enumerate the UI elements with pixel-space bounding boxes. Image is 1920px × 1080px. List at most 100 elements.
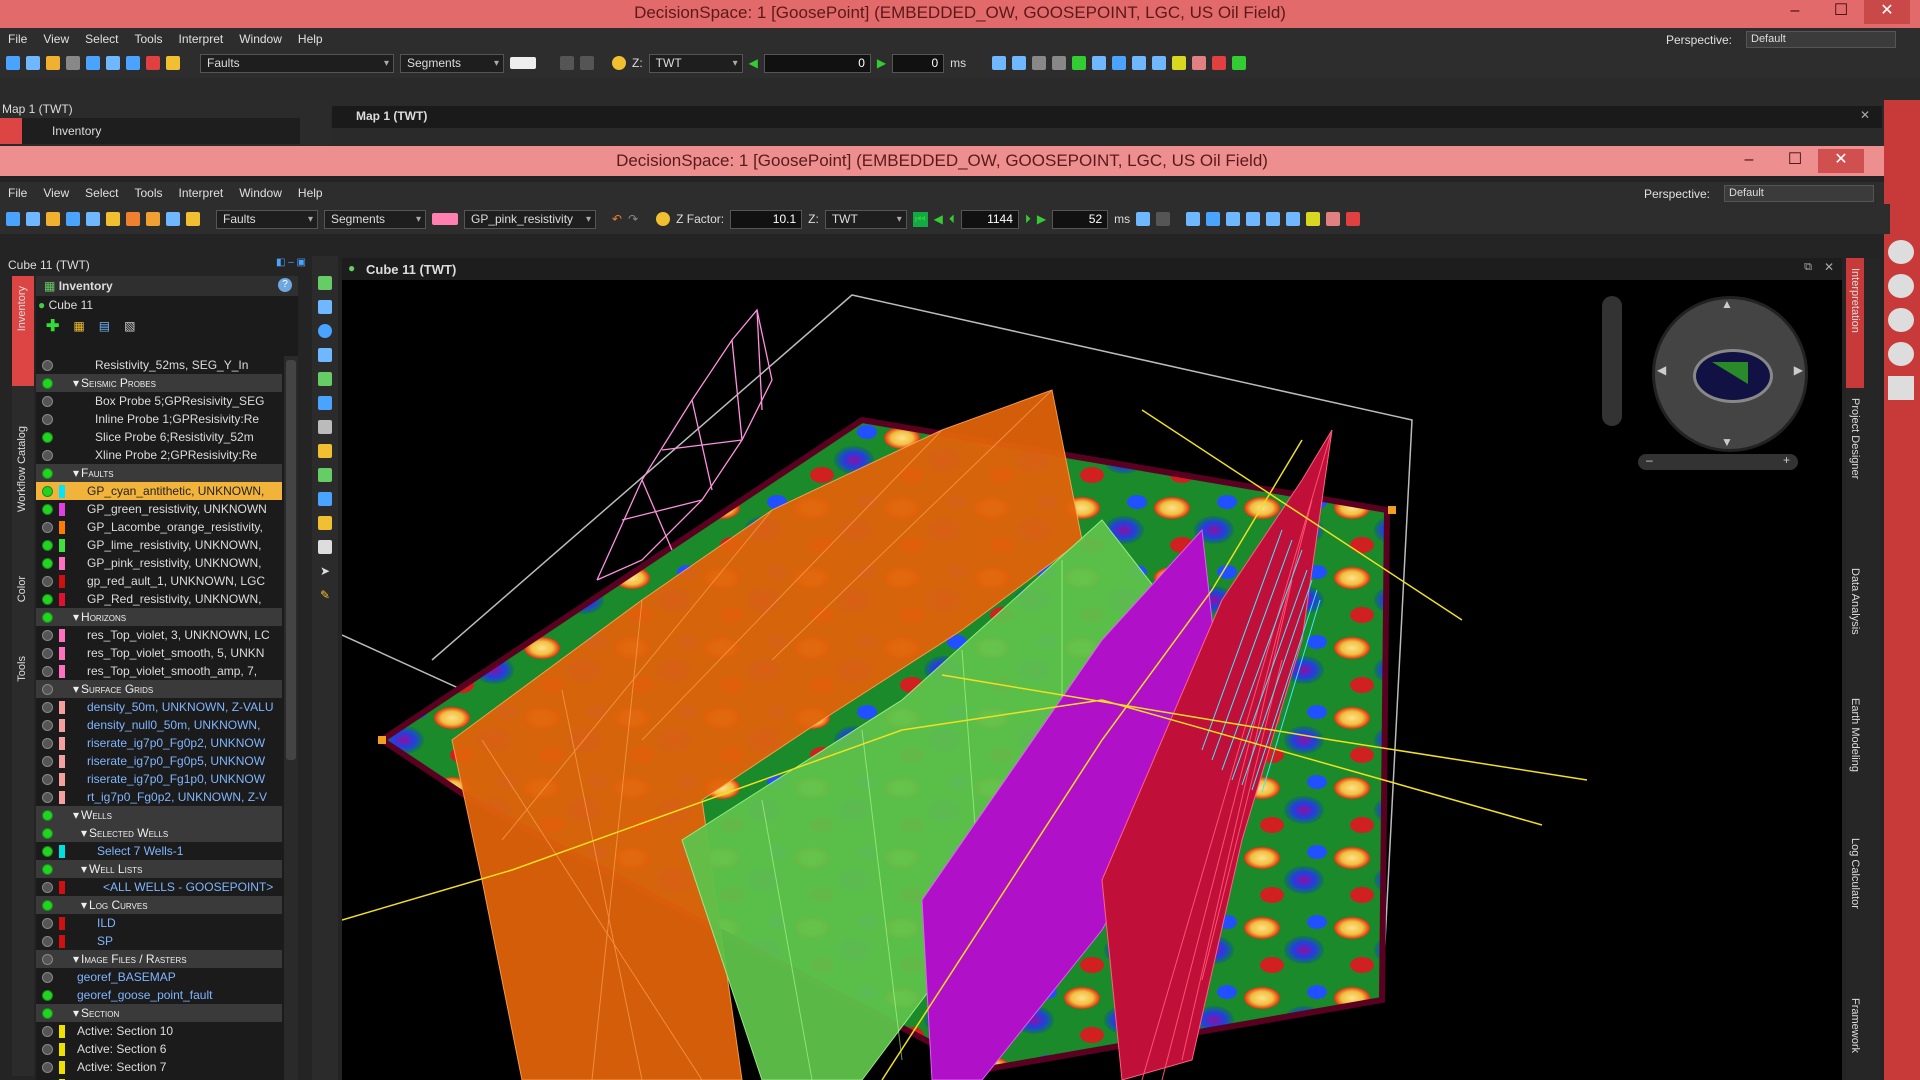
tool-icon[interactable] [1172,56,1187,70]
sun-icon[interactable] [656,212,671,226]
tool-icon[interactable] [1132,56,1147,70]
z-factor-input[interactable]: 10.1 [730,209,803,229]
visibility-toggle-icon[interactable] [42,863,53,875]
visibility-toggle-icon[interactable] [42,449,53,461]
tool-icon[interactable] [318,420,332,434]
visibility-toggle-icon[interactable] [42,719,53,731]
visibility-toggle-icon[interactable] [42,773,53,785]
tree-item[interactable]: density_50m, UNKNOWN, Z-VALU [36,698,282,716]
microphone-icon[interactable] [1888,342,1914,366]
tool-icon[interactable] [318,492,332,506]
tree-item[interactable]: Active: Section 6 [36,1040,282,1058]
zoom-slider[interactable] [1602,296,1622,426]
tool-icon[interactable] [1092,56,1107,70]
back-value2[interactable]: 0 [892,53,945,73]
save-icon[interactable] [46,212,60,226]
chevron-down-icon[interactable]: ▾ [73,896,87,914]
vtab-earth-modeling[interactable]: Earth Modeling [1849,698,1861,772]
well-marker[interactable] [378,736,386,744]
cube-node[interactable]: ● Cube 11 [36,296,298,314]
tree-item[interactable]: GP_lime_resistivity, UNKNOWN, [36,536,282,554]
tool-icon[interactable] [86,56,100,70]
undo-icon[interactable]: ↶ [612,212,622,226]
tree-item[interactable]: Xline Probe 2;GPResisivity:Re [36,446,282,464]
tree-item[interactable]: riserate_ig7p0_Fg1p0, UNKNOW [36,770,282,788]
fault-color-swatch[interactable] [432,213,458,225]
menu-file[interactable]: File [0,32,35,46]
navigation-widget[interactable]: ▲ ▼ ◀ ▶ – + [1602,296,1808,476]
back-window-titlebar[interactable]: DecisionSpace: 1 [GoosePoint] (EMBEDDED_… [0,0,1920,28]
visibility-toggle-icon[interactable] [42,467,53,479]
tool-icon[interactable] [318,276,332,290]
mode-select[interactable]: Segments [400,53,504,73]
save-icon[interactable] [46,56,60,70]
3d-viewport[interactable]: ▲ ▼ ◀ ▶ – + [342,280,1842,1080]
visibility-toggle-icon[interactable] [42,1007,53,1019]
sun-icon[interactable] [612,56,626,70]
tool-icon[interactable] [992,56,1007,70]
menu-window[interactable]: Window [231,186,290,200]
tool-icon[interactable] [318,444,332,458]
visibility-toggle-icon[interactable] [42,809,53,821]
menu-interpret[interactable]: Interpret [171,32,232,46]
tool-icon[interactable] [1192,56,1207,70]
visibility-toggle-icon[interactable] [42,791,53,803]
maximize-icon[interactable]: ☐ [1818,0,1864,24]
visibility-toggle-icon[interactable] [42,755,53,767]
tool-icon[interactable] [318,300,332,314]
chevron-down-icon[interactable]: ▾ [73,824,87,842]
visibility-toggle-icon[interactable] [42,701,53,713]
scroll-thumb[interactable] [286,360,296,760]
tool-icon[interactable] [106,56,120,70]
step-back-icon[interactable]: ⏴ [949,212,955,227]
tool-icon[interactable] [1232,56,1247,70]
visibility-toggle-icon[interactable] [42,989,53,1001]
tool-icon[interactable] [126,212,140,226]
rotate-icon[interactable] [318,324,332,338]
tree-item[interactable]: res_Top_violet, 3, UNKNOWN, LC [36,626,282,644]
tree-item[interactable]: ILD [36,914,282,932]
interpretation-vtab[interactable]: Interpretation [1846,258,1864,388]
tool-icon[interactable] [318,372,332,386]
minus-icon[interactable]: – [1646,453,1653,467]
visibility-toggle-icon[interactable] [42,845,53,857]
add-icon[interactable]: ✚ [46,316,59,336]
new-icon[interactable] [6,56,20,70]
play-icon[interactable]: ▶ [1037,212,1046,226]
front-window-titlebar[interactable]: DecisionSpace: 1 [GoosePoint] (EMBEDDED_… [0,146,1884,176]
tree-group[interactable]: ▾ Wells [36,806,282,824]
tree-item[interactable]: Active: Section 9 [36,1076,282,1080]
well-marker[interactable] [1388,506,1396,514]
tool-icon[interactable] [1286,212,1301,226]
vtab-workflow-catalog[interactable]: Workflow Catalog [16,426,28,512]
menu-help[interactable]: Help [290,186,331,200]
horizontal-slider[interactable]: – + [1638,453,1798,470]
open-icon[interactable] [26,212,40,226]
tool-icon[interactable] [66,212,80,226]
tree-scrollbar[interactable] [284,356,298,1080]
tree-item[interactable]: Resistivity_52ms, SEG_Y_In [36,356,282,374]
tool-icon[interactable] [1152,56,1167,70]
visibility-toggle-icon[interactable] [42,431,53,443]
frame-input[interactable]: 1144 [960,209,1019,229]
back-value1[interactable]: 0 [763,53,871,73]
visibility-toggle-icon[interactable] [42,953,53,965]
visibility-toggle-icon[interactable] [42,503,53,515]
visibility-toggle-icon[interactable] [42,917,53,929]
tool-icon[interactable] [318,540,332,554]
visibility-toggle-icon[interactable] [42,1043,53,1055]
inventory-vtab[interactable]: Inventory [12,276,34,386]
menu-help[interactable]: Help [290,32,331,46]
visibility-toggle-icon[interactable] [42,557,53,569]
tool-icon[interactable] [1186,212,1201,226]
minimize-icon[interactable]: – [1726,149,1772,173]
tree-item[interactable]: Slice Probe 6;Resistivity_52m [36,428,282,446]
z-domain-select[interactable]: TWT [824,209,907,229]
tool-icon[interactable] [146,212,160,226]
menu-window[interactable]: Window [231,32,290,46]
save-icon[interactable]: ▦ [73,319,84,333]
tool-icon[interactable] [1206,212,1221,226]
panel-controls-icon[interactable]: ◧ – ▣ [276,257,306,268]
tool-icon[interactable] [318,516,332,530]
menu-file[interactable]: File [0,186,35,200]
